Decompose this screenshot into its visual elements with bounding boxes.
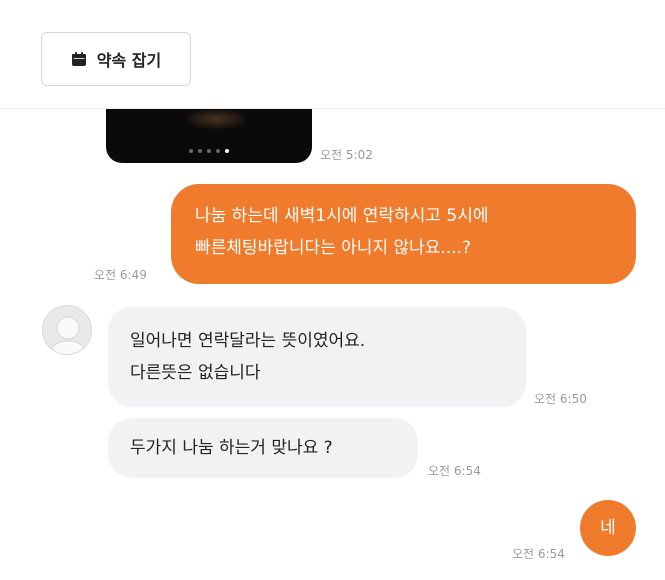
- outgoing-message: 나눔 하는데 새벽1시에 연락하시고 5시에 빠른체팅바랍니다는 아니지 않나요…: [171, 184, 636, 284]
- calendar-icon: [71, 51, 87, 67]
- page-dot: [207, 149, 211, 153]
- incoming-message: 두가지 나눔 하는거 맞나요 ?: [108, 418, 418, 478]
- outgoing-message: 네: [580, 500, 636, 556]
- make-appointment-button[interactable]: 약속 잡기: [41, 32, 191, 86]
- message-time: 오전 5:02: [320, 148, 373, 162]
- page-dot-active: [225, 149, 229, 153]
- page-dot: [216, 149, 220, 153]
- message-line: 빠른체팅바랍니다는 아니지 않나요....?: [195, 238, 472, 258]
- page-dot: [198, 149, 202, 153]
- message-line: 일어나면 연락달라는 뜻이였어요.: [130, 331, 366, 351]
- shared-photo[interactable]: [106, 109, 312, 163]
- message-line: 네: [600, 518, 616, 538]
- user-avatar-icon: [51, 316, 85, 354]
- message-line: 다른뜻은 없습니다: [130, 363, 261, 383]
- page-dot: [189, 149, 193, 153]
- message-time: 오전 6:54: [428, 464, 481, 478]
- message-line: 나눔 하는데 새벽1시에 연락하시고 5시에: [195, 206, 489, 226]
- photo-pagination: [106, 149, 312, 153]
- message-time: 오전 6:50: [534, 392, 587, 406]
- message-time: 오전 6:54: [512, 547, 565, 561]
- photo-content: [186, 109, 246, 129]
- incoming-message: 일어나면 연락달라는 뜻이였어요. 다른뜻은 없습니다: [108, 307, 526, 407]
- message-line: 두가지 나눔 하는거 맞나요 ?: [130, 438, 333, 458]
- make-appointment-label: 약속 잡기: [96, 51, 162, 70]
- avatar[interactable]: [42, 305, 92, 355]
- message-time: 오전 6:49: [94, 268, 147, 282]
- top-bar: 약속 잡기: [0, 0, 665, 109]
